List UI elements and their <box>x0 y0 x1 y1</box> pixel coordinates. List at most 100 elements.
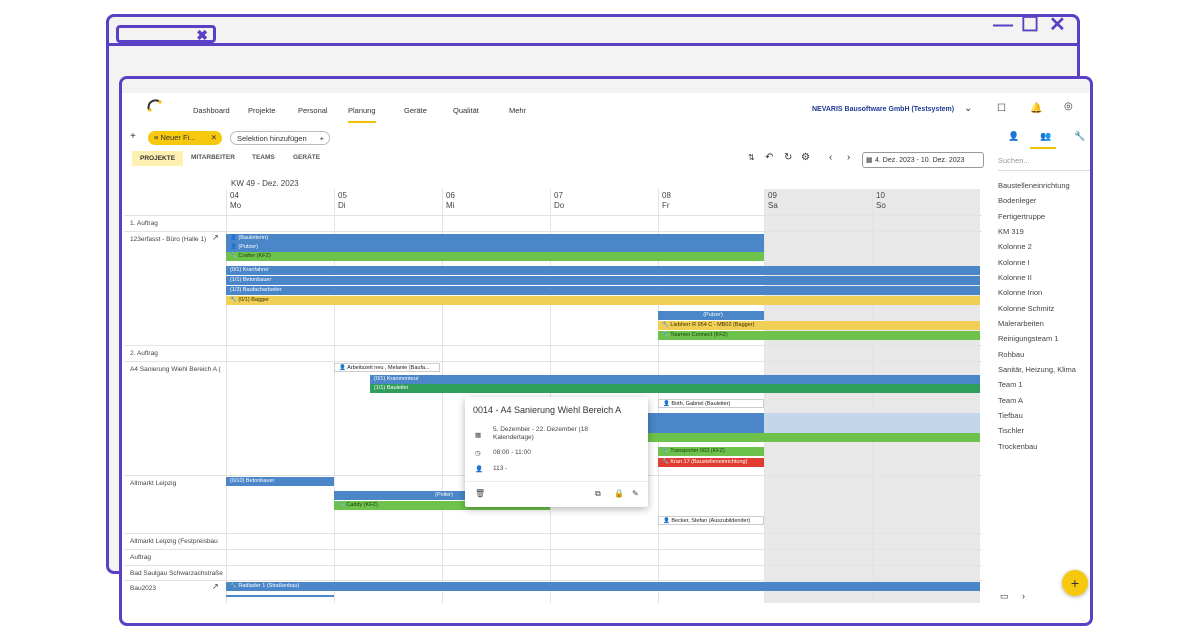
sidebar-item[interactable]: Malerarbeiten <box>998 319 1044 328</box>
refresh-icon[interactable]: ↻ <box>784 152 792 163</box>
assignment-bar[interactable]: 🔧 Kran 17 (Baustelleneinrichtung) <box>658 458 764 467</box>
assignment-bar[interactable]: 👤 Both, Gabriel (Bauleiter) <box>658 399 764 408</box>
sidebar-item[interactable]: Tiefbau <box>998 411 1023 420</box>
chip-close-icon[interactable]: ✕ <box>211 131 217 145</box>
tab-teams[interactable]: TEAMS <box>252 154 275 161</box>
search-input[interactable]: Suchen... <box>998 152 1090 171</box>
chevron-down-icon[interactable]: ⌄ <box>964 103 972 114</box>
sidebar-item[interactable]: Kolonne II <box>998 273 1032 282</box>
assignment-bar[interactable] <box>644 413 764 433</box>
row-label[interactable]: Bau2023 <box>130 585 156 592</box>
sidebar-item[interactable]: Bodenleger <box>998 196 1036 205</box>
external-link-icon[interactable]: ↗ <box>212 582 219 591</box>
tab-close-icon[interactable]: ✖ <box>196 28 208 42</box>
row-label[interactable]: A4 Sanierung Wiehl Bereich A ( <box>130 366 221 373</box>
row-label[interactable]: Altmarkt Leipzig (Festpreisbau <box>130 538 218 545</box>
assignment-bar[interactable]: 👤 Arbeitszeit neu , Melanie (Baufa... <box>334 363 440 372</box>
assignment-bar[interactable]: (0/1) Kranfahrer <box>226 266 980 275</box>
sidebar-item[interactable]: Rohbau <box>998 350 1024 359</box>
nav-item-qualitaet[interactable]: Qualität <box>453 106 479 115</box>
external-link-icon[interactable]: ↗ <box>212 233 219 242</box>
row-label[interactable]: 2. Auftrag <box>130 350 158 357</box>
assignment-bar[interactable]: (1/1) Betonbauer <box>226 276 980 285</box>
sidebar-item[interactable]: KM 319 <box>998 227 1024 236</box>
nav-item-mehr[interactable]: Mehr <box>509 106 526 115</box>
assignment-bar[interactable]: (0/10) Betonbauer <box>226 477 334 486</box>
minimize-icon[interactable]: — <box>993 15 1013 35</box>
sidebar-item[interactable]: Reinigungsteam 1 <box>998 334 1058 343</box>
laptop-icon[interactable]: ▭ <box>1000 591 1009 602</box>
copy-icon[interactable]: ⧉ <box>595 489 601 499</box>
row-label[interactable]: 123erfasst - Büro (Halle 1) <box>130 236 206 243</box>
assignment-bar[interactable]: 🔧 Crafter (KFZ) <box>226 252 764 261</box>
maximize-icon[interactable]: ☐ <box>1021 15 1039 35</box>
sidebar-item[interactable]: Team 1 <box>998 380 1023 389</box>
nav-item-planung[interactable]: Planung <box>348 106 376 123</box>
team-tab-icon[interactable]: 👥 <box>1040 131 1051 142</box>
day-header: 08 Fr <box>662 191 671 210</box>
app-logo-icon[interactable] <box>146 98 164 116</box>
date-range-picker[interactable]: ▦ 4. Dez. 2023 - 10. Dez. 2023 <box>862 152 984 168</box>
close-window-icon[interactable]: ✕ <box>1049 15 1066 35</box>
assignment-bar[interactable] <box>644 433 980 442</box>
delete-icon[interactable]: 🗑 <box>475 489 485 498</box>
chat-icon[interactable]: ☐ <box>997 103 1006 114</box>
assignment-bar[interactable]: (1/1) Bauleiter <box>370 384 980 393</box>
lock-icon[interactable]: 🔒 <box>614 489 624 498</box>
assignment-bar[interactable] <box>764 413 980 433</box>
browser-tab[interactable]: ✖ <box>116 25 216 43</box>
add-icon[interactable]: + <box>130 131 136 142</box>
sidebar-item[interactable]: Kolonne Schmitz <box>998 304 1054 313</box>
tab-mitarbeiter[interactable]: MITARBEITER <box>191 154 235 161</box>
assignment-bar[interactable] <box>226 595 334 597</box>
planning-app: Dashboard Projekte Personal Planung Gerä… <box>124 93 1090 615</box>
add-selection-chip[interactable]: Selektion hinzufügen + <box>230 131 330 145</box>
sidebar-item[interactable]: Kolonne Irion <box>998 288 1042 297</box>
bell-icon[interactable]: 🔔 <box>1030 103 1042 114</box>
tab-geraete[interactable]: GERÄTE <box>293 154 320 161</box>
wrench-tab-icon[interactable]: 🔧 <box>1074 131 1085 142</box>
edit-icon[interactable]: ✎ <box>632 489 639 498</box>
assignment-bar[interactable]: 👤 Becker, Stefan (Auszubildender) <box>658 516 764 525</box>
nav-item-projekte[interactable]: Projekte <box>248 106 276 115</box>
person-tab-icon[interactable]: 👤 <box>1008 131 1019 142</box>
sidebar-item[interactable]: Kolonne I <box>998 258 1030 267</box>
add-fab-button[interactable]: + <box>1062 570 1088 596</box>
assignment-bar[interactable]: 👤 (Putzer) <box>226 243 764 252</box>
tab-indicator <box>1030 147 1056 149</box>
sidebar-item[interactable]: Tischler <box>998 426 1024 435</box>
assignment-bar[interactable]: (Putzer) <box>658 311 764 320</box>
gear-icon[interactable]: ⚙ <box>801 152 810 163</box>
assignment-bar[interactable]: 🔧 Radlader 1 (Straßenbau) <box>226 582 980 591</box>
nav-item-personal[interactable]: Personal <box>298 106 328 115</box>
row-label[interactable]: Altmarkt Leipzig <box>130 480 176 487</box>
chevron-right-icon[interactable]: › <box>1022 591 1025 601</box>
sidebar-item[interactable]: Trockenbau <box>998 442 1037 451</box>
nav-item-geraete[interactable]: Geräte <box>404 106 427 115</box>
row-label[interactable]: Auftrag <box>130 554 151 561</box>
tab-projekte[interactable]: PROJEKTE <box>132 151 184 166</box>
assignment-bar[interactable]: 🔧 Transporter 003 (KFZ) <box>658 447 764 456</box>
day-header: 07 Do <box>554 191 565 210</box>
row-label[interactable]: 1. Auftrag <box>130 220 158 227</box>
undo-icon[interactable]: ↶ <box>765 152 773 163</box>
sidebar-item[interactable]: Sanitär, Heizung, Klima <box>998 365 1076 374</box>
sidebar-item[interactable]: Baustelleneinrichtung <box>998 181 1070 190</box>
sort-icon[interactable]: ⇅ <box>748 153 755 162</box>
company-selector[interactable]: NEVARIS Bausoftware GmbH (Testsystem) <box>812 106 954 113</box>
assignment-bar[interactable]: 🔧 Tourneo Connect (KFZ) <box>658 331 980 340</box>
assignment-bar[interactable]: 🔧 (0/1) Bagger <box>226 296 980 305</box>
filter-chip[interactable]: ≡ Neuer Fi... ✕ <box>148 131 222 145</box>
assignment-bar[interactable]: (0/1) Kranmonteur <box>370 375 980 384</box>
assignment-bar[interactable]: 🔧 Liebherr R 954 C - MB02 (Bagger) <box>658 321 980 330</box>
sidebar-item[interactable]: Kolonne 2 <box>998 242 1032 251</box>
sidebar-item[interactable]: Fertigertruppe <box>998 212 1045 221</box>
sidebar-item[interactable]: Team A <box>998 396 1023 405</box>
chevron-left-icon[interactable]: ‹ <box>829 152 832 163</box>
assignment-bar[interactable]: (1/3) Baufacharbeiter <box>226 286 980 295</box>
chevron-right-icon[interactable]: › <box>847 152 850 163</box>
nav-item-dashboard[interactable]: Dashboard <box>193 106 230 115</box>
row-label[interactable]: Bad Saulgau Schwarzachstraße <box>130 570 223 577</box>
avatar[interactable]: ◎ <box>1064 101 1073 112</box>
assignment-bar[interactable]: 👤 (Bauleiterin) <box>226 234 764 243</box>
